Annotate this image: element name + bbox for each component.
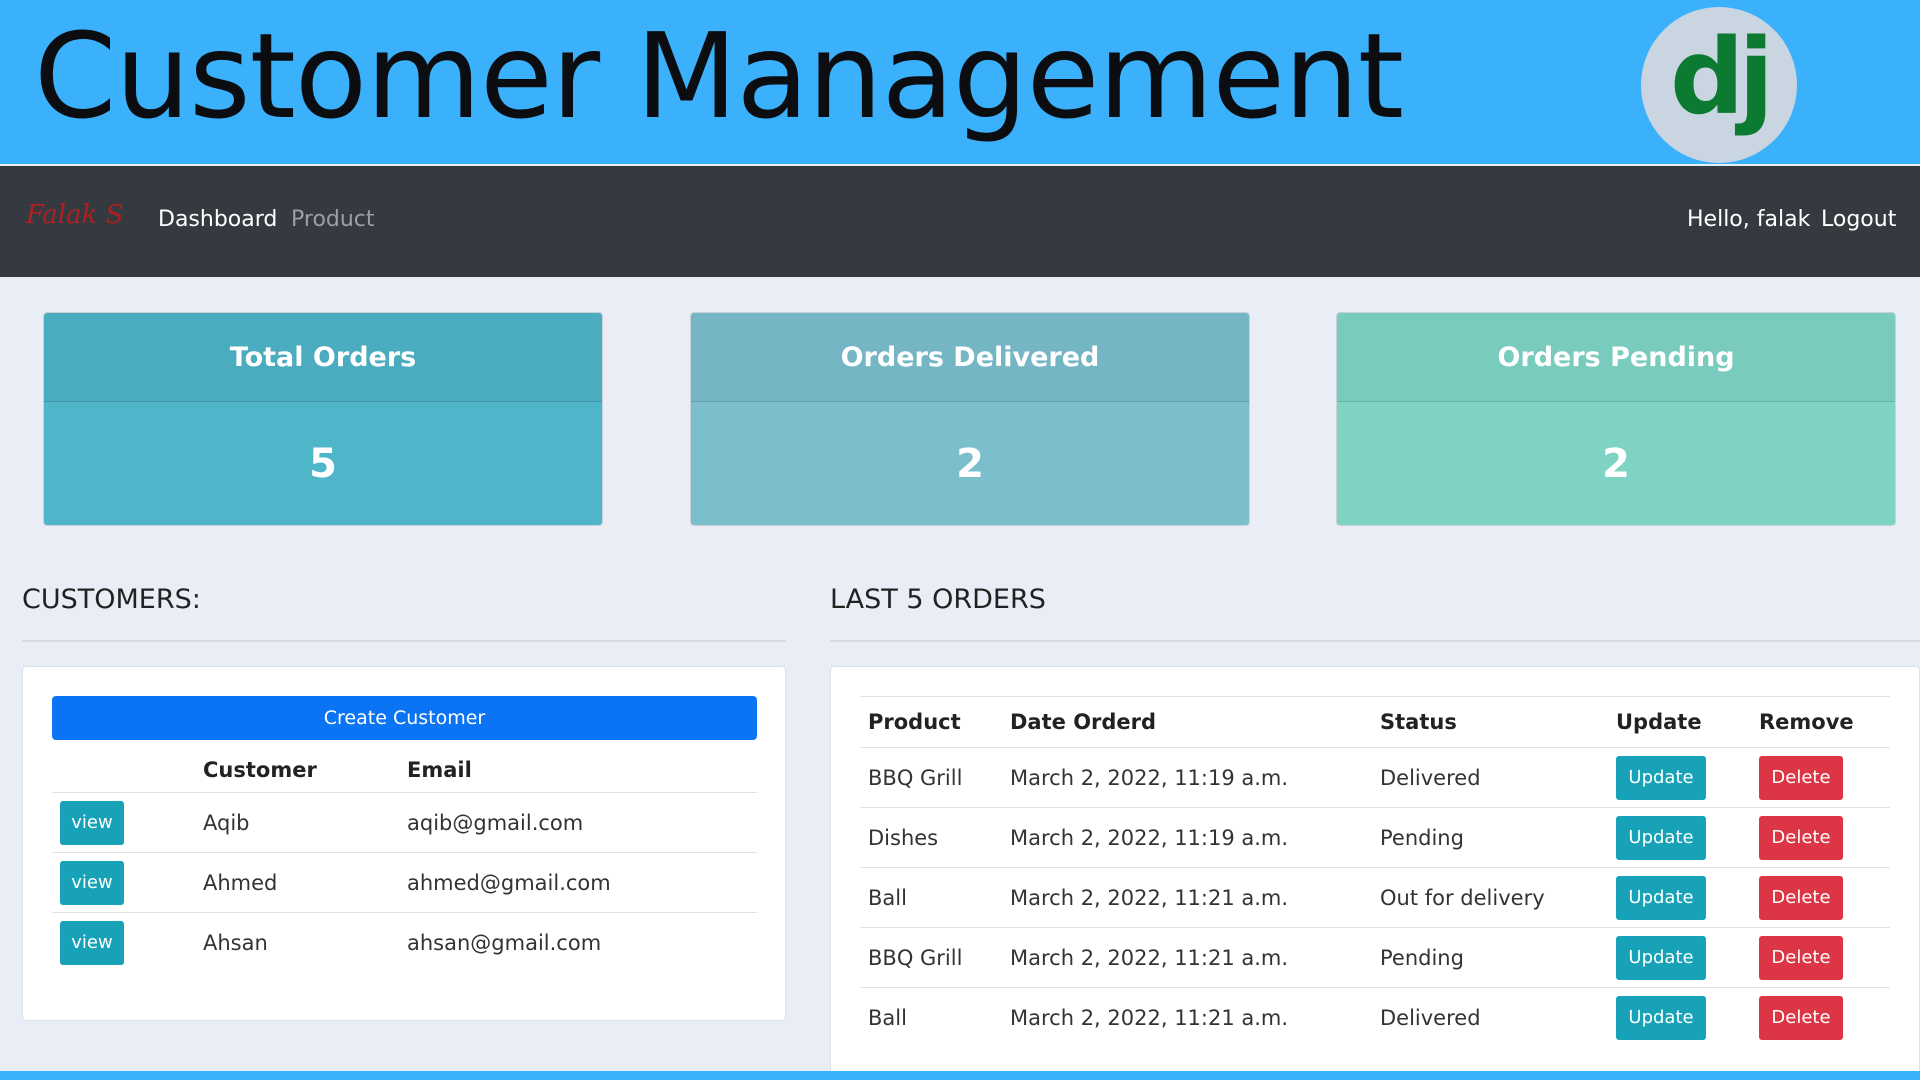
- stat-card-value: 2: [691, 402, 1249, 525]
- stat-card-total-orders: Total Orders 5: [43, 312, 603, 526]
- delete-order-button[interactable]: Delete: [1759, 995, 1843, 1040]
- orders-heading: LAST 5 ORDERS: [830, 584, 1046, 615]
- stat-card-value: 5: [44, 402, 602, 525]
- order-date: March 2, 2022, 11:21 a.m.: [1010, 927, 1380, 988]
- update-order-button[interactable]: Update: [1616, 935, 1706, 980]
- table-row: view Ahmed ahmed@gmail.com: [52, 852, 757, 913]
- customer-name: Ahmed: [203, 852, 407, 913]
- column-header: Customer: [203, 758, 317, 782]
- order-status: Delivered: [1380, 987, 1616, 1047]
- customers-panel: Create Customer Customer Email view Aqib…: [22, 666, 786, 1021]
- order-product: BBQ Grill: [860, 927, 1010, 988]
- update-order-button[interactable]: Update: [1616, 815, 1706, 860]
- update-order-button[interactable]: Update: [1616, 755, 1706, 800]
- order-product: BBQ Grill: [860, 747, 1010, 808]
- logout-link[interactable]: Logout: [1821, 204, 1896, 236]
- table-header-row: Product Date Orderd Status Update Remove: [860, 696, 1890, 748]
- table-row: Dishes March 2, 2022, 11:19 a.m. Pending…: [860, 807, 1890, 868]
- django-logo: dj: [1641, 7, 1797, 163]
- column-header: Email: [407, 758, 472, 782]
- delete-order-button[interactable]: Delete: [1759, 815, 1843, 860]
- order-product: Ball: [860, 867, 1010, 928]
- view-customer-button[interactable]: view: [60, 920, 124, 965]
- order-date: March 2, 2022, 11:21 a.m.: [1010, 987, 1380, 1047]
- customers-heading: CUSTOMERS:: [22, 584, 201, 615]
- order-product: Dishes: [860, 807, 1010, 868]
- nav-dashboard-link[interactable]: Dashboard: [158, 204, 277, 236]
- delete-order-button[interactable]: Delete: [1759, 755, 1843, 800]
- customer-email: ahsan@gmail.com: [407, 912, 757, 972]
- table-row: BBQ Grill March 2, 2022, 11:21 a.m. Pend…: [860, 927, 1890, 988]
- stat-card-label: Orders Pending: [1337, 313, 1895, 402]
- stat-card-label: Orders Delivered: [691, 313, 1249, 402]
- table-row: Ball March 2, 2022, 11:21 a.m. Delivered…: [860, 987, 1890, 1047]
- stat-card-orders-delivered: Orders Delivered 2: [690, 312, 1250, 526]
- view-customer-button[interactable]: view: [60, 860, 124, 905]
- table-header-row: Customer Email: [52, 748, 757, 793]
- banner: Customer Management dj: [0, 0, 1920, 164]
- order-date: March 2, 2022, 11:21 a.m.: [1010, 867, 1380, 928]
- orders-table: Product Date Orderd Status Update Remove…: [860, 696, 1890, 1047]
- column-header: Status: [1380, 696, 1616, 748]
- bottom-bar: [0, 1071, 1920, 1080]
- divider: [22, 640, 786, 642]
- table-row: Ball March 2, 2022, 11:21 a.m. Out for d…: [860, 867, 1890, 928]
- delete-order-button[interactable]: Delete: [1759, 875, 1843, 920]
- divider: [830, 640, 1920, 642]
- stat-card-value: 2: [1337, 402, 1895, 525]
- orders-panel: Product Date Orderd Status Update Remove…: [830, 666, 1920, 1080]
- column-header: Date Orderd: [1010, 696, 1380, 748]
- column-header: [52, 748, 203, 793]
- table-row: view Ahsan ahsan@gmail.com: [52, 912, 757, 972]
- customer-email: aqib@gmail.com: [407, 792, 757, 853]
- create-customer-button[interactable]: Create Customer: [52, 696, 757, 740]
- column-header: Remove: [1759, 696, 1890, 748]
- column-header: Product: [860, 696, 1010, 748]
- brand-logo[interactable]: Falak Store: [26, 200, 122, 240]
- stat-card-label: Total Orders: [44, 313, 602, 402]
- update-order-button[interactable]: Update: [1616, 995, 1706, 1040]
- order-status: Delivered: [1380, 747, 1616, 808]
- nav-product-link[interactable]: Product: [291, 204, 375, 236]
- customer-email: ahmed@gmail.com: [407, 852, 757, 913]
- view-customer-button[interactable]: view: [60, 800, 124, 845]
- order-status: Out for delivery: [1380, 867, 1616, 928]
- stat-card-orders-pending: Orders Pending 2: [1336, 312, 1896, 526]
- order-status: Pending: [1380, 807, 1616, 868]
- order-date: March 2, 2022, 11:19 a.m.: [1010, 807, 1380, 868]
- customer-name: Ahsan: [203, 912, 407, 972]
- order-status: Pending: [1380, 927, 1616, 988]
- order-product: Ball: [860, 987, 1010, 1047]
- customers-table: Customer Email view Aqib aqib@gmail.com …: [52, 748, 757, 972]
- order-date: March 2, 2022, 11:19 a.m.: [1010, 747, 1380, 808]
- customer-name: Aqib: [203, 792, 407, 853]
- banner-title: Customer Management: [34, 7, 1404, 145]
- navbar: Falak Store Dashboard Product Hello, fal…: [0, 166, 1920, 277]
- delete-order-button[interactable]: Delete: [1759, 935, 1843, 980]
- user-greeting: Hello, falak: [1687, 207, 1811, 232]
- table-row: BBQ Grill March 2, 2022, 11:19 a.m. Deli…: [860, 747, 1890, 808]
- django-logo-text: dj: [1669, 16, 1774, 138]
- table-row: view Aqib aqib@gmail.com: [52, 792, 757, 853]
- update-order-button[interactable]: Update: [1616, 875, 1706, 920]
- column-header: Update: [1616, 696, 1759, 748]
